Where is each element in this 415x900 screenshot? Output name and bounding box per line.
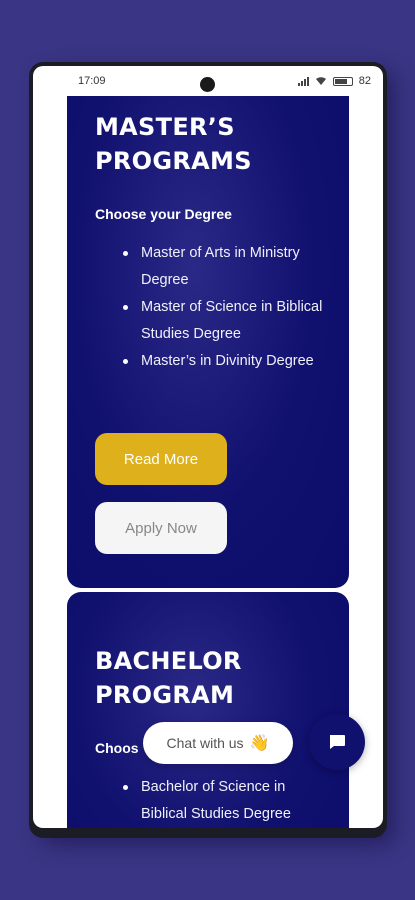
battery-level: 82 xyxy=(358,75,371,87)
masters-title: MASTER’S PROGRAMS xyxy=(95,113,252,175)
signal-icon xyxy=(297,76,309,86)
phone-frame: 17:09 82 MASTER’S PROGRAMS Choose your D… xyxy=(29,62,387,838)
bachelor-title: BACHELOR PROGRAM xyxy=(95,647,242,709)
front-camera xyxy=(200,77,215,92)
phone-screen: 17:09 82 MASTER’S PROGRAMS Choose your D… xyxy=(33,66,383,828)
waving-hand-icon: 👋 xyxy=(249,735,270,752)
wifi-icon xyxy=(315,77,326,85)
list-item[interactable]: Master of Science in Biblical Studies De… xyxy=(123,294,323,348)
list-item[interactable]: Bachelor of Science in Biblical Studies … xyxy=(123,774,323,828)
chat-bubble-icon xyxy=(330,735,345,749)
chat-label: Chat with us xyxy=(166,735,244,751)
status-icons: 82 xyxy=(297,75,371,87)
chat-button[interactable] xyxy=(309,714,365,770)
bachelor-degree-list: Bachelor of Science in Biblical Studies … xyxy=(123,774,323,828)
read-more-button[interactable]: Read More xyxy=(95,433,227,485)
list-item[interactable]: Master’s in Divinity Degree xyxy=(123,348,323,375)
apply-now-button[interactable]: Apply Now xyxy=(95,502,227,554)
masters-degree-list: Master of Arts in Ministry Degree Master… xyxy=(123,240,323,375)
masters-subtitle: Choose your Degree xyxy=(95,206,232,222)
bachelor-program-card: BACHELOR PROGRAM Choos Bachelor of Scien… xyxy=(67,592,349,828)
masters-programs-card: MASTER’S PROGRAMS Choose your Degree Mas… xyxy=(67,96,349,588)
status-time: 17:09 xyxy=(78,75,106,87)
battery-icon xyxy=(332,76,353,86)
chat-with-us-pill[interactable]: Chat with us 👋 xyxy=(143,722,293,764)
list-item[interactable]: Master of Arts in Ministry Degree xyxy=(123,240,323,294)
